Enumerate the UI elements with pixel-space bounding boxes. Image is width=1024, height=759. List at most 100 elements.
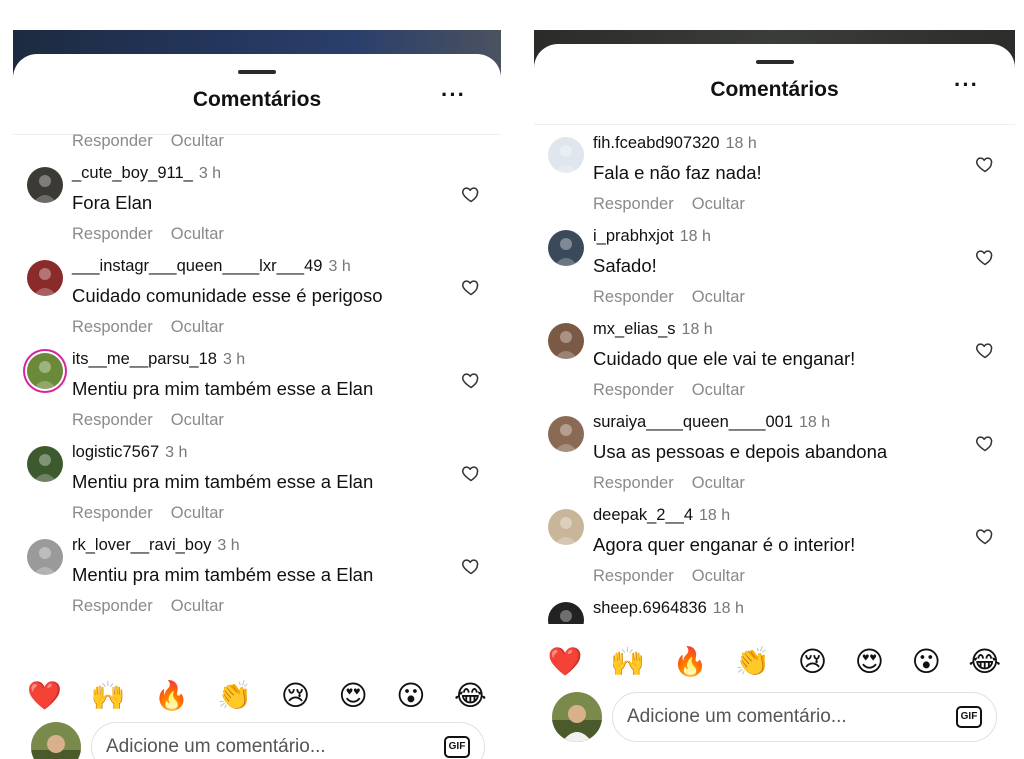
emoji-reaction-bar: ❤️ 🙌 🔥 👏 😢 😍 😮 😂 — [13, 674, 501, 716]
like-heart-icon[interactable] — [975, 247, 995, 267]
hide-button[interactable]: Ocultar — [692, 288, 745, 306]
emoji-reaction-button[interactable]: 👏 — [735, 645, 770, 678]
comment-composer: GIF — [13, 720, 501, 759]
reply-button[interactable]: Responder — [593, 567, 674, 585]
comment-item: mx_elias_s 18 h Cuidado que ele vai te eng… — [534, 318, 1015, 411]
like-heart-icon[interactable] — [975, 433, 995, 453]
emoji-reaction-button[interactable]: 🙌 — [91, 679, 126, 712]
hide-button[interactable]: Ocultar — [692, 474, 745, 492]
reply-button[interactable]: Responder — [72, 597, 153, 615]
comment-username[interactable]: _cute_boy_911_ 3 h — [72, 164, 221, 183]
comment-actions: Responder Ocultar — [593, 474, 763, 493]
hide-button[interactable]: Ocultar — [692, 381, 745, 399]
gif-button[interactable]: GIF — [444, 736, 470, 758]
comment-username[interactable]: deepak_2__4 18 h — [593, 506, 730, 525]
hide-button[interactable]: Ocultar — [171, 318, 224, 336]
comment-username[interactable]: logistic7567 3 h — [72, 443, 187, 462]
avatar[interactable] — [27, 353, 63, 389]
comment-time: 18 h — [799, 414, 831, 431]
comment-time: 18 h — [725, 135, 757, 152]
avatar[interactable] — [548, 323, 584, 359]
gif-button[interactable]: GIF — [956, 706, 982, 728]
comment-input-box[interactable]: GIF — [612, 692, 997, 742]
emoji-reaction-button[interactable]: 😍 — [855, 645, 884, 678]
reply-button[interactable]: Responder — [593, 381, 674, 399]
reply-button[interactable]: Responder — [72, 504, 153, 522]
comment-actions: Responder Ocultar — [593, 288, 763, 307]
emoji-reaction-button[interactable]: 🙌 — [610, 645, 645, 678]
emoji-reaction-button[interactable]: 😢 — [281, 679, 310, 712]
comment-actions: Responder Ocultar — [593, 567, 763, 586]
avatar[interactable] — [27, 539, 63, 575]
avatar[interactable] — [548, 416, 584, 452]
hide-button[interactable]: Ocultar — [171, 411, 224, 429]
reply-button[interactable]: Responder — [72, 225, 153, 243]
header-divider — [534, 124, 1015, 125]
comment-time: 3 h — [222, 351, 246, 368]
like-heart-icon[interactable] — [461, 277, 481, 297]
comment-username[interactable]: its__me__parsu_18 3 h — [72, 350, 245, 369]
drag-handle[interactable] — [238, 70, 276, 74]
comment-username[interactable]: sheep.6964836 18 h — [593, 599, 744, 618]
hide-button[interactable]: Ocultar — [171, 225, 224, 243]
hide-button[interactable]: Ocultar — [171, 504, 224, 522]
reply-button[interactable]: Responder — [593, 474, 674, 492]
sheet-title: Comentários — [192, 88, 322, 111]
comment-username[interactable]: ___instagr___queen____lxr___49 3 h — [72, 257, 351, 276]
avatar[interactable] — [27, 446, 63, 482]
emoji-reaction-button[interactable]: ❤️ — [548, 645, 583, 678]
reply-button[interactable]: Responder — [72, 318, 153, 336]
comment-actions: Responder Ocultar — [72, 318, 242, 337]
comment-list[interactable]: fih.fceabd907320 18 h Fala e não faz nada!… — [534, 132, 1015, 624]
emoji-reaction-button[interactable]: 😂 — [968, 645, 1001, 678]
avatar[interactable] — [548, 509, 584, 545]
comment-input[interactable] — [106, 723, 426, 759]
like-heart-icon[interactable] — [975, 526, 995, 546]
comment-username[interactable]: rk_lover__ravi_boy 3 h — [72, 536, 240, 555]
comment-list[interactable]: Responder Ocultar _cute_boy_911_ 3 h Fora E… — [13, 134, 501, 674]
avatar[interactable] — [548, 230, 584, 266]
like-heart-icon[interactable] — [461, 370, 481, 390]
comment-item: _cute_boy_911_ 3 h Fora Elan Responder Ocult… — [13, 162, 501, 255]
avatar[interactable] — [27, 260, 63, 296]
comment-input-box[interactable]: GIF — [91, 722, 485, 759]
like-heart-icon[interactable] — [461, 184, 481, 204]
reply-button[interactable]: Responder — [72, 134, 153, 150]
reply-button[interactable]: Responder — [72, 411, 153, 429]
like-heart-icon[interactable] — [975, 154, 995, 174]
comment-actions: Responder Ocultar — [72, 225, 242, 244]
emoji-reaction-button[interactable]: ❤️ — [27, 679, 62, 712]
emoji-reaction-button[interactable]: 🔥 — [673, 645, 708, 678]
avatar[interactable] — [548, 137, 584, 173]
hide-button[interactable]: Ocultar — [171, 597, 224, 615]
reply-button[interactable]: Responder — [593, 288, 674, 306]
drag-handle[interactable] — [755, 60, 794, 64]
comment-item: deepak_2__4 18 h Agora quer enganar é o in… — [534, 504, 1015, 597]
like-heart-icon[interactable] — [461, 463, 481, 483]
like-heart-icon[interactable] — [461, 556, 481, 576]
comment-time: 3 h — [165, 444, 188, 461]
emoji-reaction-button[interactable]: 🔥 — [154, 679, 189, 712]
emoji-reaction-button[interactable]: 😢 — [798, 645, 827, 678]
comment-input[interactable] — [627, 693, 947, 741]
comment-username[interactable]: mx_elias_s 18 h — [593, 320, 713, 339]
reply-button[interactable]: Responder — [593, 195, 674, 213]
comment-actions: Responder Ocultar — [72, 597, 242, 616]
hide-button[interactable]: Ocultar — [692, 567, 745, 585]
comment-item: suraiya____queen____001 18 h Usa as pessoa… — [534, 411, 1015, 504]
emoji-reaction-button[interactable]: 😍 — [339, 679, 368, 712]
more-options-icon[interactable]: ··· — [441, 82, 466, 108]
like-heart-icon[interactable] — [975, 340, 995, 360]
comment-username[interactable]: fih.fceabd907320 18 h — [593, 134, 757, 153]
emoji-reaction-button[interactable]: 😂 — [454, 679, 487, 712]
comment-username[interactable]: suraiya____queen____001 18 h — [593, 413, 830, 432]
emoji-reaction-button[interactable]: 😮 — [912, 645, 941, 678]
emoji-reaction-button[interactable]: 😮 — [396, 679, 425, 712]
emoji-reaction-button[interactable]: 👏 — [217, 679, 252, 712]
hide-button[interactable]: Ocultar — [171, 134, 224, 150]
avatar[interactable] — [548, 602, 584, 624]
avatar[interactable] — [27, 167, 63, 203]
hide-button[interactable]: Ocultar — [692, 195, 745, 213]
more-options-icon[interactable]: ··· — [954, 72, 979, 98]
comment-username[interactable]: i_prabhxjot 18 h — [593, 227, 711, 246]
